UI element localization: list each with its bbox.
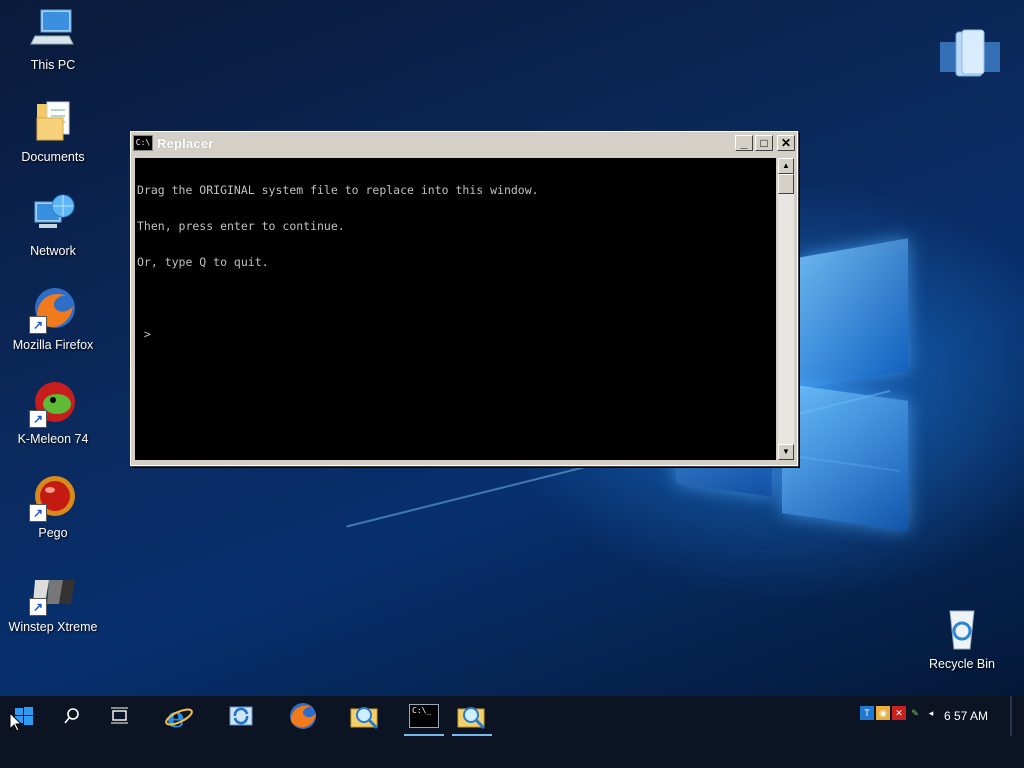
task-view-button[interactable] [98,698,142,734]
taskbar-file-search-2[interactable] [450,698,494,736]
desktop-icon-label: Pego [38,526,68,540]
scrollbar-thumb[interactable] [778,174,794,194]
scroll-up-arrow-icon[interactable]: ▲ [778,158,794,174]
tray-security-icon[interactable]: ✕ [892,706,906,720]
folder-documents-icon [29,98,77,146]
desktop-icon-documents[interactable]: Documents [0,98,106,164]
minimize-button[interactable]: _ [735,135,753,151]
desktop-icon-label: K-Meleon 74 [17,432,89,446]
shortcut-arrow-icon: ↗ [29,410,47,428]
shortcut-arrow-icon: ↗ [29,598,47,616]
taskbar-clock[interactable]: 6 57 AM [944,709,988,723]
active-indicator [452,734,492,736]
taskbar-file-search[interactable] [343,698,387,734]
desktop-icon-pego[interactable]: ↗ Pego [0,474,106,540]
taskbar-command-prompt[interactable]: C:\_ [402,698,446,736]
pego-icon: ↗ [29,474,77,522]
show-desktop-button[interactable] [1010,696,1012,736]
firefox-icon [290,703,316,729]
desktop-icon-label: Documents [21,150,85,164]
window-titlebar[interactable]: C:\ Replacer _ □ ✕ [131,132,797,154]
network-icon [29,192,77,240]
folder-search-icon [457,707,486,730]
taskbar-sync-app[interactable] [219,698,263,734]
desktop-icon-label: Recycle Bin [929,657,995,671]
computer-icon [29,6,77,54]
search-icon [64,708,79,724]
scroll-down-arrow-icon[interactable]: ▼ [778,444,794,460]
desktop-icon-recycle-bin[interactable]: Recycle Bin [909,605,1015,671]
wallpaper-logo-pane [782,383,908,531]
sync-app-icon [229,706,253,726]
shortcut-arrow-icon: ↗ [29,316,47,334]
desktop-icon-firefox[interactable]: ↗ Mozilla Firefox [0,286,106,352]
desktop-icon-winstep[interactable]: ↗ Winstep Xtreme [0,568,106,634]
winstep-icon: ↗ [29,568,77,616]
shortcut-arrow-icon: ↗ [29,504,47,522]
internet-explorer-icon: e [165,701,193,731]
desktop-icon-network[interactable]: Network [0,192,106,258]
maximize-button[interactable]: □ [755,135,773,151]
taskbar-firefox[interactable] [281,698,325,734]
console-prompt: > [137,327,151,341]
search-button[interactable] [50,698,94,734]
tray-app-icon[interactable]: T [860,706,874,720]
tray-speaker-icon[interactable]: ◂ [924,706,938,720]
kmeleon-icon: ↗ [29,380,77,428]
recycle-bin-icon [938,605,986,653]
system-tray: T ◉ ✕ ✎ ◂ [860,706,938,720]
dock-widget-icon[interactable] [940,28,1000,82]
desktop-icon-this-pc[interactable]: This PC [0,6,106,72]
desktop-icon-kmeleon[interactable]: ↗ K-Meleon 74 [0,380,106,446]
vertical-scrollbar[interactable]: ▲ ▼ [778,158,794,460]
window-title: Replacer [157,135,214,151]
console-output[interactable]: Drag the ORIGINAL system file to replace… [135,158,776,460]
firefox-icon: ↗ [29,286,77,334]
task-view-icon [111,707,128,724]
console-app-icon[interactable]: C:\ [133,135,153,151]
replacer-console-window[interactable]: C:\ Replacer _ □ ✕ Drag the ORIGINAL sys… [130,131,798,466]
wallpaper-logo-pane [798,238,908,390]
desktop-icon-label: This PC [30,58,76,72]
desktop-icon-label: Network [30,244,76,258]
taskbar-internet-explorer[interactable]: e [157,698,201,734]
tray-network-icon[interactable]: ✎ [908,706,922,720]
mouse-cursor-icon [9,712,23,732]
folder-search-icon [350,707,379,730]
console-line: Or, type Q to quit. [137,255,269,269]
active-indicator [404,734,444,736]
command-prompt-icon: C:\_ [409,704,439,728]
console-line: Then, press enter to continue. [137,219,345,233]
tray-monitor-icon[interactable]: ◉ [876,706,890,720]
console-line: Drag the ORIGINAL system file to replace… [137,183,539,197]
close-button[interactable]: ✕ [777,135,795,151]
desktop-icon-label: Winstep Xtreme [8,620,98,634]
desktop-icon-label: Mozilla Firefox [12,338,94,352]
taskbar: e C:\_ T ◉ ✕ ✎ ◂ 6 57 AM [0,696,1024,768]
